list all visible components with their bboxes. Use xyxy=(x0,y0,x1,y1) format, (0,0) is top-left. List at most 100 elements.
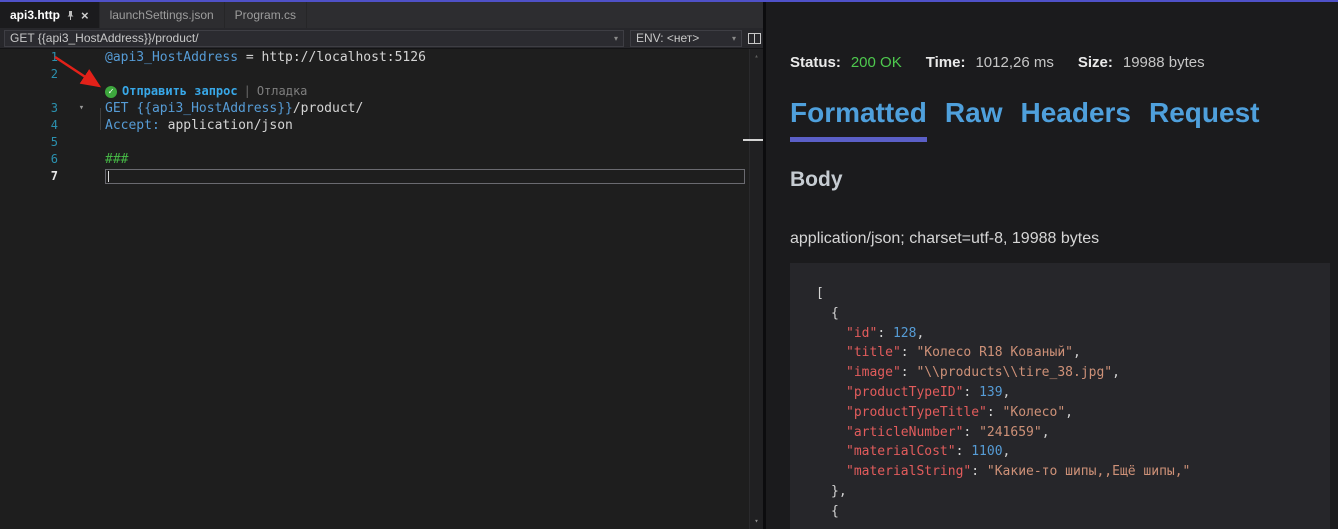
line-number: 7 xyxy=(0,168,58,185)
json-punct: : xyxy=(971,464,987,479)
tab-label: launchSettings.json xyxy=(110,8,214,22)
editor-scrollbar[interactable]: ▴ ▾ xyxy=(749,49,763,529)
code-text: GET {{api3_HostAddress}}/product/ xyxy=(105,100,363,117)
json-punct: }, xyxy=(831,484,847,499)
close-icon[interactable]: × xyxy=(81,9,89,22)
indent-guide xyxy=(100,108,101,130)
fold-column xyxy=(58,66,105,83)
response-body-json[interactable]: [ { "id": 128, "title": "Колесо R18 Кова… xyxy=(790,263,1330,529)
tab-program-cs[interactable]: Program.cs xyxy=(225,2,307,28)
json-punct: : xyxy=(901,345,917,360)
json-line: }, xyxy=(802,482,1316,502)
request-url-text: GET {{api3_HostAddress}}/product/ xyxy=(10,31,199,45)
debug-link[interactable]: Отладка xyxy=(257,83,308,100)
time-label: Time: xyxy=(926,54,966,71)
status-value: 200 OK xyxy=(851,54,902,71)
json-line: "materialCost": 1100, xyxy=(802,442,1316,462)
code-line: 1 @api3_HostAddress = http://localhost:5… xyxy=(0,49,763,66)
json-key: "articleNumber" xyxy=(846,425,963,440)
tab-raw[interactable]: Raw xyxy=(945,97,1003,142)
pin-icon[interactable] xyxy=(66,10,75,21)
json-value: 1100 xyxy=(971,444,1002,459)
json-value: "Колесо" xyxy=(1003,405,1066,420)
tab-label: api3.http xyxy=(10,8,60,22)
header-name-token: Accept: xyxy=(105,118,160,133)
method-token: GET xyxy=(105,101,136,116)
codelens-separator: | xyxy=(244,83,251,100)
fold-column: ▾ xyxy=(58,100,105,117)
env-combo[interactable]: ENV: <нет> ▾ xyxy=(630,30,742,47)
code-line: 4 Accept: application/json xyxy=(0,117,763,134)
check-icon: ✓ xyxy=(105,86,117,98)
json-key: "image" xyxy=(846,365,901,380)
tab-label: Program.cs xyxy=(235,8,296,22)
variable-ref-token: {{api3_HostAddress}} xyxy=(136,101,293,116)
json-punct: { xyxy=(831,306,839,321)
json-punct: , xyxy=(1003,444,1011,459)
fold-column xyxy=(58,49,105,66)
size-label: Size: xyxy=(1078,54,1113,71)
scrollbar-position-marker xyxy=(743,139,763,141)
tab-formatted[interactable]: Formatted xyxy=(790,97,927,142)
json-line: "productTypeTitle": "Колесо", xyxy=(802,403,1316,423)
size-value: 19988 bytes xyxy=(1123,54,1205,71)
json-punct: , xyxy=(916,326,924,341)
line-number: 6 xyxy=(0,151,58,168)
time-value: 1012,26 ms xyxy=(975,54,1053,71)
env-text: ENV: <нет> xyxy=(636,31,699,45)
json-value: "\\products\\tire_38.jpg" xyxy=(916,365,1112,380)
tab-request[interactable]: Request xyxy=(1149,97,1259,142)
chevron-down-icon: ▾ xyxy=(732,34,736,43)
json-line: "image": "\\products\\tire_38.jpg", xyxy=(802,363,1316,383)
fold-column xyxy=(58,117,105,134)
json-punct: : xyxy=(877,326,893,341)
json-value: "241659" xyxy=(979,425,1042,440)
json-line: "title": "Колесо R18 Кованый", xyxy=(802,343,1316,363)
tab-headers[interactable]: Headers xyxy=(1020,97,1131,142)
tab-launchsettings-json[interactable]: launchSettings.json xyxy=(100,2,225,28)
pin-icon-svg xyxy=(66,10,75,21)
json-key: "productTypeID" xyxy=(846,385,963,400)
variable-token: @api3_HostAddress xyxy=(105,50,238,65)
response-status-row: Status: 200 OK Time: 1012,26 ms Size: 19… xyxy=(790,54,1338,71)
json-punct: : xyxy=(963,385,979,400)
split-editor-icon[interactable] xyxy=(748,33,761,44)
code-text: ### xyxy=(105,151,128,168)
header-value-token: application/json xyxy=(160,118,293,133)
code-line: 5 xyxy=(0,134,763,151)
code-line: 3 ▾ GET {{api3_HostAddress}}/product/ xyxy=(0,100,763,117)
code-line: 2 xyxy=(0,66,763,83)
codelens-row: ✓ Отправить запрос | Отладка xyxy=(0,83,763,100)
fold-column xyxy=(58,134,105,151)
json-key: "productTypeTitle" xyxy=(846,405,987,420)
request-toolbar: GET {{api3_HostAddress}}/product/ ▾ ENV:… xyxy=(0,28,763,49)
request-url-combo[interactable]: GET {{api3_HostAddress}}/product/ ▾ xyxy=(4,30,624,47)
json-line: "materialString": "Какие-то шипы,,Ещё ши… xyxy=(802,462,1316,482)
operator-token: = xyxy=(238,50,261,65)
send-request-link[interactable]: Отправить запрос xyxy=(122,83,238,100)
json-line: "articleNumber": "241659", xyxy=(802,423,1316,443)
fold-chevron-icon[interactable]: ▾ xyxy=(79,103,84,113)
json-key: "materialCost" xyxy=(846,444,956,459)
json-value: 128 xyxy=(893,326,916,341)
json-value: "Колесо R18 Кованый" xyxy=(916,345,1073,360)
json-punct: , xyxy=(1042,425,1050,440)
code-text: Accept: application/json xyxy=(105,117,293,134)
json-punct: , xyxy=(1003,385,1011,400)
line-number: 2 xyxy=(0,66,58,83)
line-number: 4 xyxy=(0,117,58,134)
json-punct: : xyxy=(901,365,917,380)
url-token: http://localhost:5126 xyxy=(262,50,426,65)
inline-edit-box[interactable] xyxy=(105,169,745,184)
code-editor[interactable]: 1 @api3_HostAddress = http://localhost:5… xyxy=(0,49,763,529)
json-punct: [ xyxy=(816,286,824,301)
code-line: 6 ### xyxy=(0,151,763,168)
json-key: "title" xyxy=(846,345,901,360)
fold-column xyxy=(58,168,105,185)
scroll-down-icon[interactable]: ▾ xyxy=(750,517,763,525)
tab-api3-http[interactable]: api3.http × xyxy=(0,2,100,28)
scroll-up-icon[interactable]: ▴ xyxy=(750,52,763,60)
status-label: Status: xyxy=(790,54,841,71)
json-key: "id" xyxy=(846,326,877,341)
tab-bar: api3.http × launchSettings.json Program.… xyxy=(0,2,763,28)
